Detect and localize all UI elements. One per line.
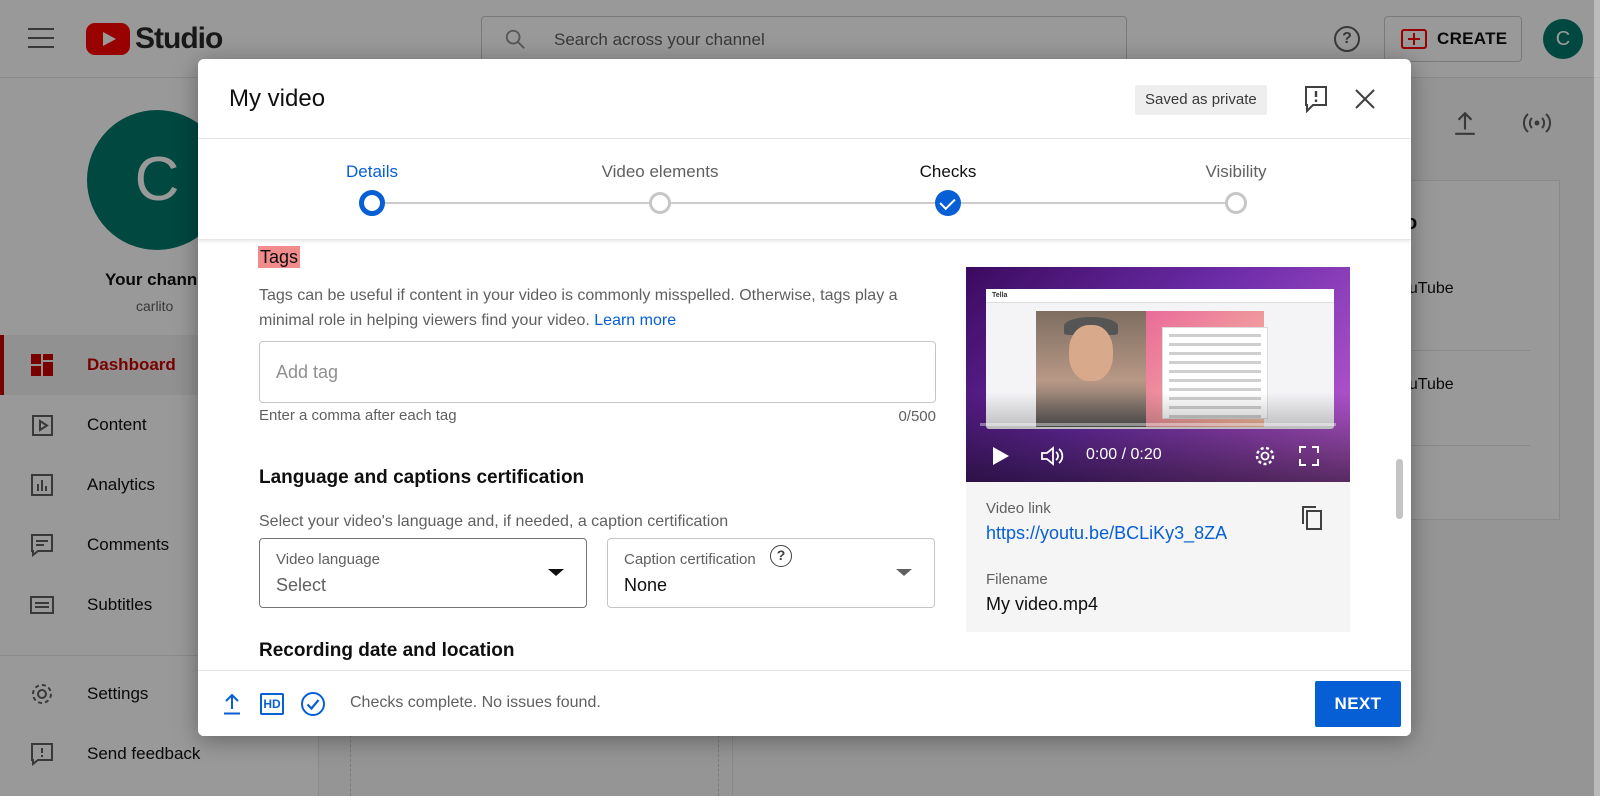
upload-stepper: Details Video elements Checks Visibility — [198, 140, 1411, 240]
video-controls-gradient — [966, 392, 1350, 482]
video-player[interactable]: Tella 0:00 / 0:20 — [966, 267, 1350, 482]
language-heading: Language and captions certification — [259, 467, 585, 488]
checkmark-icon — [935, 190, 961, 216]
upload-icon — [224, 693, 240, 715]
dialog-header: My video Saved as private — [198, 59, 1411, 139]
step-pending-dot — [649, 192, 671, 214]
volume-icon[interactable] — [1040, 445, 1066, 467]
video-preview-panel: Tella 0:00 / 0:20 Video link https://you… — [966, 267, 1350, 632]
video-language-select[interactable]: Video language Select — [259, 538, 587, 608]
video-link[interactable]: https://youtu.be/BCLiKy3_8ZA — [986, 523, 1227, 544]
add-tag-input[interactable]: Add tag — [259, 341, 936, 403]
select-label: Caption certification — [624, 551, 756, 568]
tags-description: Tags can be useful if content in your vi… — [259, 283, 939, 333]
page-scrollbar[interactable] — [1594, 0, 1600, 796]
tags-heading: Tags — [258, 246, 301, 268]
fullscreen-icon[interactable] — [1298, 445, 1320, 467]
tag-character-count: 0/500 — [898, 408, 936, 425]
next-button[interactable]: NEXT — [1315, 681, 1401, 727]
video-progress-bar[interactable] — [980, 423, 1336, 426]
stepper-track — [374, 202, 1242, 204]
tag-hint: Enter a comma after each tag — [259, 407, 457, 424]
step-label: Checks — [919, 162, 977, 181]
feedback-icon[interactable] — [1304, 85, 1328, 113]
step-checks[interactable]: Checks — [848, 140, 1048, 240]
step-visibility[interactable]: Visibility — [1136, 140, 1336, 240]
play-icon[interactable] — [993, 447, 1009, 465]
select-label: Video language — [276, 551, 380, 568]
help-icon[interactable]: ? — [770, 545, 792, 567]
step-label: Video elements — [601, 162, 719, 181]
recording-heading: Recording date and location — [259, 640, 515, 661]
video-details-dialog: My video Saved as private Details Video … — [198, 59, 1411, 736]
dialog-footer: HD Checks complete. No issues found. NEX… — [198, 670, 1411, 736]
saved-status-badge: Saved as private — [1135, 85, 1267, 115]
step-label: Visibility — [1205, 162, 1267, 181]
dialog-scrollbar[interactable] — [1396, 459, 1403, 519]
step-label: Details — [346, 162, 398, 181]
dropdown-arrow-icon — [548, 569, 564, 576]
checks-status-text: Checks complete. No issues found. — [350, 694, 601, 711]
video-person-face — [1069, 325, 1113, 381]
page-bottom — [0, 796, 1600, 801]
video-link-label: Video link — [986, 500, 1051, 517]
dialog-body: Tags Tags can be useful if content in yo… — [198, 240, 1411, 670]
step-details[interactable]: Details — [272, 140, 472, 240]
select-value: Select — [276, 575, 327, 595]
caption-certification-select[interactable]: Caption certification ? None — [607, 538, 935, 608]
select-value: None — [624, 575, 668, 595]
video-time: 0:00 / 0:20 — [1086, 446, 1162, 463]
add-tag-placeholder: Add tag — [276, 362, 339, 382]
video-frame-logo: Tella — [992, 292, 1008, 299]
checks-complete-icon — [301, 692, 325, 716]
filename-value: My video.mp4 — [986, 594, 1099, 614]
hd-icon: HD — [260, 693, 284, 715]
language-description: Select your video's language and, if nee… — [259, 513, 729, 530]
dropdown-arrow-icon — [896, 569, 912, 576]
step-pending-dot — [1225, 192, 1247, 214]
step-current-dot — [359, 190, 385, 216]
tags-description-text: Tags can be useful if content in your vi… — [259, 287, 898, 329]
copy-icon[interactable] — [1301, 505, 1323, 531]
step-video-elements[interactable]: Video elements — [560, 140, 760, 240]
filename-label: Filename — [986, 571, 1048, 588]
dialog-title: My video — [229, 85, 326, 112]
settings-icon[interactable] — [1254, 445, 1276, 467]
learn-more-link[interactable]: Learn more — [594, 312, 676, 329]
video-frame-toolbar: Tella — [986, 289, 1334, 303]
close-icon[interactable] — [1352, 86, 1378, 112]
